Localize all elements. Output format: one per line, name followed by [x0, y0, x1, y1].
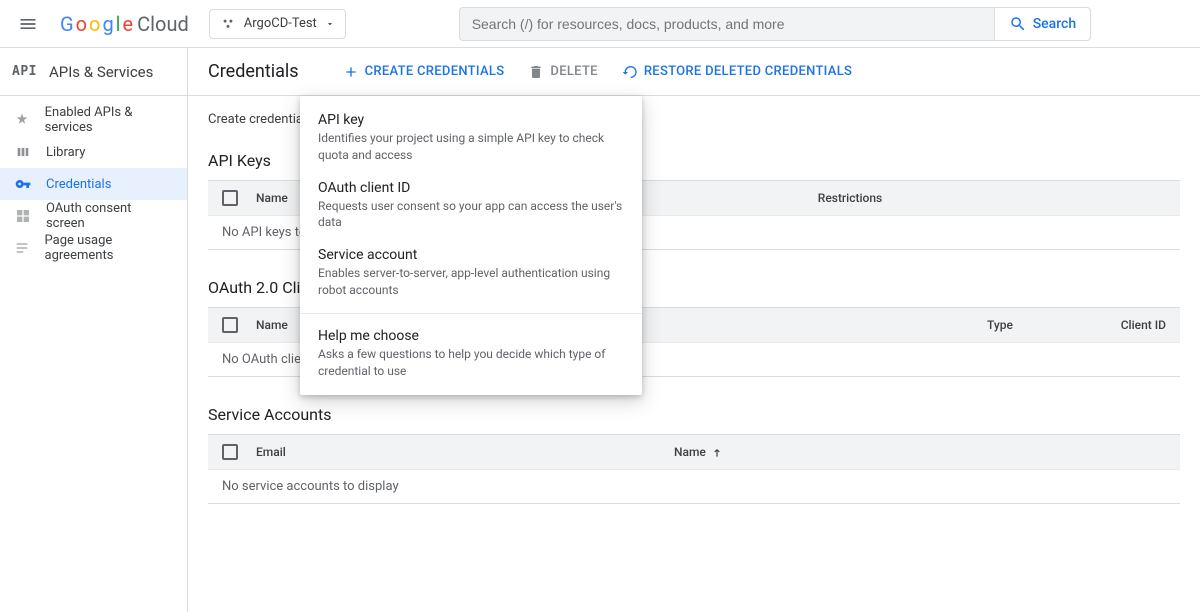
select-all-checkbox[interactable]: [222, 190, 238, 206]
top-bar: Google Cloud ArgoCD-Test Search: [0, 0, 1200, 48]
sidebar-item-enabled-apis[interactable]: Enabled APIs & services: [0, 104, 187, 136]
google-cloud-logo[interactable]: Google Cloud: [60, 12, 189, 36]
sidebar-item-page-usage[interactable]: Page usage agreements: [0, 232, 187, 264]
section-title-service-accounts: Service Accounts: [208, 405, 1180, 424]
arrow-up-icon: [710, 445, 724, 459]
restore-icon: [622, 64, 638, 80]
library-icon: [14, 143, 32, 161]
delete-button[interactable]: DELETE: [528, 64, 597, 80]
consent-icon: [14, 207, 32, 225]
api-icon: API: [12, 64, 37, 79]
create-credentials-button[interactable]: CREATE CREDENTIALS: [343, 64, 505, 80]
sidebar-header[interactable]: API APIs & Services: [0, 48, 187, 96]
create-credentials-menu: API key Identifies your project using a …: [300, 96, 642, 395]
menu-item-service-account[interactable]: Service account Enables server-to-server…: [300, 239, 642, 307]
table-empty-row: No service accounts to display: [208, 469, 1180, 503]
content-header: Credentials CREATE CREDENTIALS DELETE RE…: [188, 48, 1200, 96]
menu-item-api-key[interactable]: API key Identifies your project using a …: [300, 104, 642, 172]
trash-icon: [528, 64, 544, 80]
search-wrap: Search: [358, 7, 1192, 41]
col-email[interactable]: Email: [256, 445, 656, 459]
table-header: Email Name: [208, 435, 1180, 469]
project-selector[interactable]: ArgoCD-Test: [209, 9, 346, 39]
sidebar-item-label: Library: [46, 145, 85, 160]
sidebar-item-label: Page usage agreements: [45, 233, 173, 263]
project-icon: [220, 16, 236, 32]
select-all-checkbox[interactable]: [222, 317, 238, 333]
sidebar-item-library[interactable]: Library: [0, 136, 187, 168]
search-button[interactable]: Search: [995, 7, 1091, 41]
col-type[interactable]: Type: [932, 318, 1068, 332]
menu-item-oauth-client[interactable]: OAuth client ID Requests user consent so…: [300, 172, 642, 240]
search-box[interactable]: [459, 7, 995, 41]
agreements-icon: [14, 239, 31, 257]
search-icon: [1009, 15, 1027, 33]
page-title: Credentials: [208, 61, 299, 82]
service-accounts-table: Email Name No service accounts to displa…: [208, 434, 1180, 504]
menu-separator: [300, 313, 642, 314]
chevron-down-icon: [325, 19, 335, 29]
restore-deleted-button[interactable]: RESTORE DELETED CREDENTIALS: [622, 64, 852, 80]
col-name[interactable]: Name: [674, 445, 1166, 459]
sidebar-item-label: Credentials: [46, 177, 111, 192]
enabled-apis-icon: [14, 111, 31, 129]
key-icon: [14, 175, 32, 193]
plus-icon: [343, 64, 359, 80]
select-all-checkbox[interactable]: [222, 444, 238, 460]
sidebar-item-oauth-consent[interactable]: OAuth consent screen: [0, 200, 187, 232]
project-name: ArgoCD-Test: [244, 16, 317, 31]
sidebar: API APIs & Services Enabled APIs & servi…: [0, 48, 188, 612]
sidebar-item-label: Enabled APIs & services: [45, 105, 173, 135]
menu-icon[interactable]: [8, 4, 48, 44]
content: Credentials CREATE CREDENTIALS DELETE RE…: [188, 48, 1200, 612]
col-client-id[interactable]: Client ID: [1086, 318, 1166, 332]
menu-item-help-choose[interactable]: Help me choose Asks a few questions to h…: [300, 320, 642, 388]
search-input[interactable]: [472, 16, 982, 32]
sidebar-item-credentials[interactable]: Credentials: [0, 168, 187, 200]
sidebar-item-label: OAuth consent screen: [46, 201, 173, 231]
